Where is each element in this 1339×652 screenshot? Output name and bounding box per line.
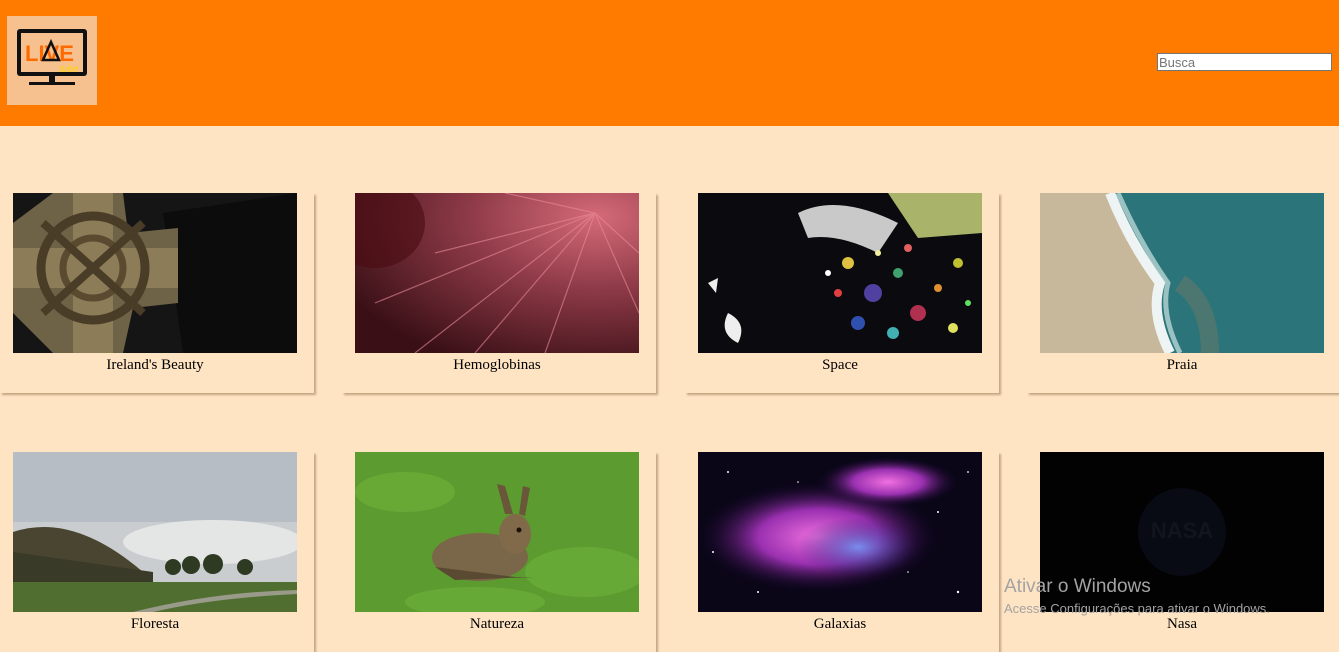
video-thumbnail[interactable]	[355, 193, 639, 353]
video-thumbnail[interactable]	[13, 452, 297, 612]
video-title[interactable]: Praia	[1040, 357, 1324, 374]
forest-thumbnail	[13, 452, 297, 612]
video-thumbnail[interactable]	[1040, 193, 1324, 353]
video-card[interactable]: Praia	[1027, 193, 1339, 393]
video-card[interactable]: Galaxias	[685, 452, 999, 652]
video-title[interactable]: Galaxias	[698, 616, 982, 633]
video-thumbnail[interactable]	[698, 193, 982, 353]
video-card[interactable]: Hemoglobinas	[342, 193, 656, 393]
space-paint-thumbnail	[698, 193, 982, 353]
video-thumbnail[interactable]	[13, 193, 297, 353]
site-logo[interactable]: LIVE tube	[7, 16, 97, 105]
video-card[interactable]: Natureza	[342, 452, 656, 652]
video-card[interactable]: Space	[685, 193, 999, 393]
nasa-thumbnail: NASA	[1040, 452, 1324, 612]
video-card[interactable]: Ireland's Beauty	[0, 193, 314, 393]
hare-thumbnail	[355, 452, 639, 612]
video-title[interactable]: Floresta	[13, 616, 297, 633]
video-title[interactable]: Natureza	[355, 616, 639, 633]
video-title[interactable]: Ireland's Beauty	[13, 357, 297, 374]
galaxy-thumbnail	[698, 452, 982, 612]
video-title[interactable]: Nasa	[1040, 616, 1324, 633]
video-thumbnail[interactable]: NASA	[1040, 452, 1324, 612]
monitor-logo-icon: LIVE tube	[17, 29, 87, 85]
video-title[interactable]: Space	[698, 357, 982, 374]
video-card[interactable]: NASA Nasa	[1027, 452, 1339, 652]
video-title[interactable]: Hemoglobinas	[355, 357, 639, 374]
nasa-logo-text: NASA	[1151, 518, 1213, 543]
celtic-cross-thumbnail	[13, 193, 297, 353]
video-card[interactable]: Floresta	[0, 452, 314, 652]
site-header: LIVE tube	[0, 0, 1339, 126]
video-thumbnail[interactable]	[698, 452, 982, 612]
search-input[interactable]	[1157, 53, 1332, 71]
logo-subtext: tube	[59, 64, 79, 75]
hemoglobin-thumbnail	[355, 193, 639, 353]
video-thumbnail[interactable]	[355, 452, 639, 612]
beach-thumbnail	[1040, 193, 1324, 353]
